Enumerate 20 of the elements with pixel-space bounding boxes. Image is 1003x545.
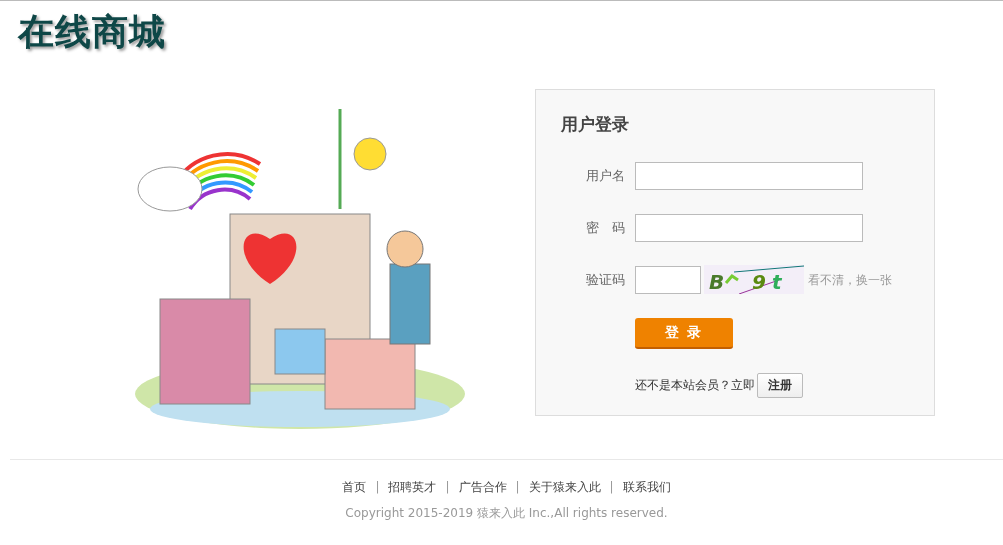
field-label: 密 码	[585, 218, 626, 237]
footer-link[interactable]: 关于猿来入此	[528, 478, 601, 496]
field-label: 验证码	[585, 270, 626, 289]
footer-link[interactable]: 联系我们	[622, 478, 671, 496]
footer-link[interactable]: 广告合作	[458, 478, 507, 496]
link-separator: |	[515, 479, 520, 496]
register-button[interactable]: 注册	[757, 372, 803, 398]
footer-link[interactable]: 首页	[342, 478, 367, 496]
link-separator: |	[445, 479, 450, 496]
field-label: 用户名	[585, 166, 626, 185]
footer-link[interactable]: 招聘英才	[388, 478, 437, 496]
panel-title: 用户登录	[561, 113, 630, 136]
password-field[interactable]	[635, 213, 863, 242]
username-field[interactable]	[635, 161, 863, 190]
link-separator: |	[609, 479, 614, 496]
register-prompt: 还不是本站会员？立即	[635, 377, 755, 394]
logo-text: 在线商城	[16, 10, 167, 54]
captcha-field[interactable]	[635, 265, 701, 294]
copyright-text: Copyright 2015-2019 猿来入此 Inc.,All rights reserved.	[344, 505, 669, 522]
link-separator: |	[375, 479, 380, 496]
